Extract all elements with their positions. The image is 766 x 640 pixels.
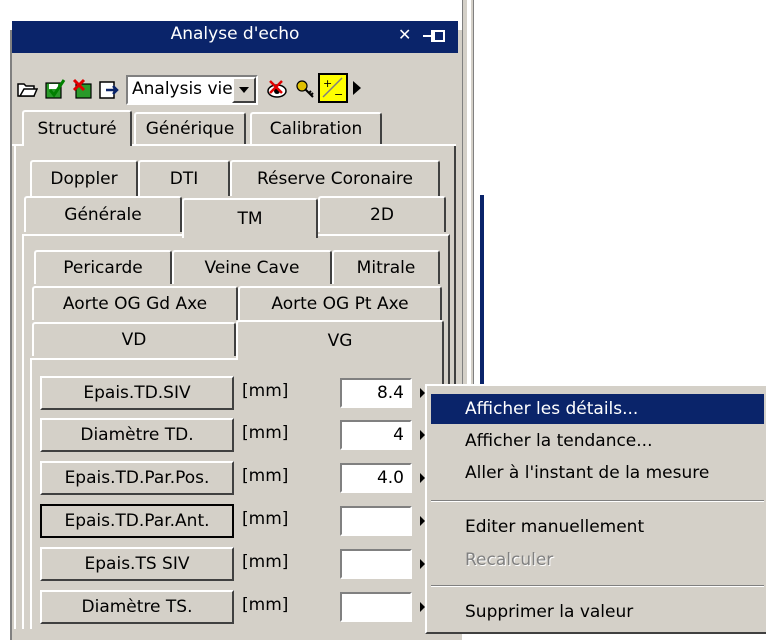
unit-label: [mm] xyxy=(242,466,289,486)
menu-separator xyxy=(431,585,764,587)
tab-veine-cave[interactable]: Veine Cave xyxy=(172,250,332,284)
open-folder-icon[interactable] xyxy=(16,78,39,100)
menu-item-recalculer: Recalculer xyxy=(465,550,554,570)
eye-icon[interactable] xyxy=(266,78,288,100)
chevron-down-icon[interactable] xyxy=(232,77,256,103)
value-field[interactable]: 4.0 xyxy=(340,463,412,493)
tab-2d[interactable]: 2D xyxy=(318,196,446,232)
value-field[interactable] xyxy=(340,592,412,622)
tab-structure[interactable]: Structuré xyxy=(22,110,132,146)
menu-item-afficher-details[interactable]: Afficher les détails... xyxy=(431,394,764,424)
key-icon[interactable] xyxy=(294,78,316,100)
context-menu: Afficher les détails... Afficher la tend… xyxy=(425,384,766,634)
value-field[interactable] xyxy=(340,549,412,579)
unit-label: [mm] xyxy=(242,423,289,443)
window-title: Analyse d'echo xyxy=(170,24,300,44)
measure-button[interactable]: Epais.TD.Par.Ant. xyxy=(40,504,234,538)
tab-aorte-og-gd-axe[interactable]: Aorte OG Gd Axe xyxy=(32,286,238,320)
measure-button[interactable]: Epais.TD.Par.Pos. xyxy=(40,461,234,495)
save-check-icon[interactable] xyxy=(44,78,66,100)
svg-text:−: − xyxy=(334,88,343,101)
tab-vd[interactable]: VD xyxy=(32,322,236,356)
tab-vg[interactable]: VG xyxy=(236,320,444,360)
delete-icon[interactable] xyxy=(72,78,94,100)
compute-icon[interactable]: + − xyxy=(318,73,348,103)
menu-item-editer-manuellement[interactable]: Editer manuellement xyxy=(431,512,764,542)
view-select[interactable]: Analysis vie xyxy=(126,75,258,105)
tab-generale[interactable]: Générale xyxy=(24,196,182,232)
measure-button[interactable]: Epais.TD.SIV xyxy=(40,376,234,410)
tab-aorte-og-pt-axe[interactable]: Aorte OG Pt Axe xyxy=(238,286,442,320)
tab-generique[interactable]: Générique xyxy=(134,112,246,144)
value-field[interactable]: 4 xyxy=(340,420,412,450)
menu-item-aller-instant-mesure[interactable]: Aller à l'instant de la mesure xyxy=(431,458,764,488)
more-arrow-icon[interactable] xyxy=(352,80,362,96)
svg-text:+: + xyxy=(323,77,332,90)
export-icon[interactable] xyxy=(98,78,120,100)
close-icon[interactable]: ✕ xyxy=(398,25,411,44)
menu-item-supprimer-valeur[interactable]: Supprimer la valeur xyxy=(431,597,764,627)
measure-button[interactable]: Diamètre TD. xyxy=(40,418,234,452)
measure-button[interactable]: Diamètre TS. xyxy=(40,590,234,624)
unit-label: [mm] xyxy=(242,509,289,529)
tab-mitrale[interactable]: Mitrale xyxy=(332,250,440,284)
tab-doppler[interactable]: Doppler xyxy=(30,160,138,196)
tab-calibration[interactable]: Calibration xyxy=(250,112,382,144)
unit-label: [mm] xyxy=(242,595,289,615)
tab-pericarde[interactable]: Pericarde xyxy=(34,250,172,284)
tab-dti[interactable]: DTI xyxy=(138,160,230,196)
view-select-value: Analysis vie xyxy=(132,79,232,99)
unit-label: [mm] xyxy=(242,552,289,572)
measure-button[interactable]: Epais.TS SIV xyxy=(40,547,234,581)
tab-reserve-coronaire[interactable]: Réserve Coronaire xyxy=(230,160,440,196)
menu-item-afficher-tendance[interactable]: Afficher la tendance... xyxy=(431,426,764,456)
title-bar[interactable]: Analyse d'echo ✕ xyxy=(12,21,458,53)
pin-icon[interactable] xyxy=(422,27,448,45)
menu-separator xyxy=(431,500,764,502)
value-field[interactable] xyxy=(340,506,412,536)
tab-tm[interactable]: TM xyxy=(182,198,318,238)
value-field[interactable]: 8.4 xyxy=(340,378,412,408)
unit-label: [mm] xyxy=(242,381,289,401)
